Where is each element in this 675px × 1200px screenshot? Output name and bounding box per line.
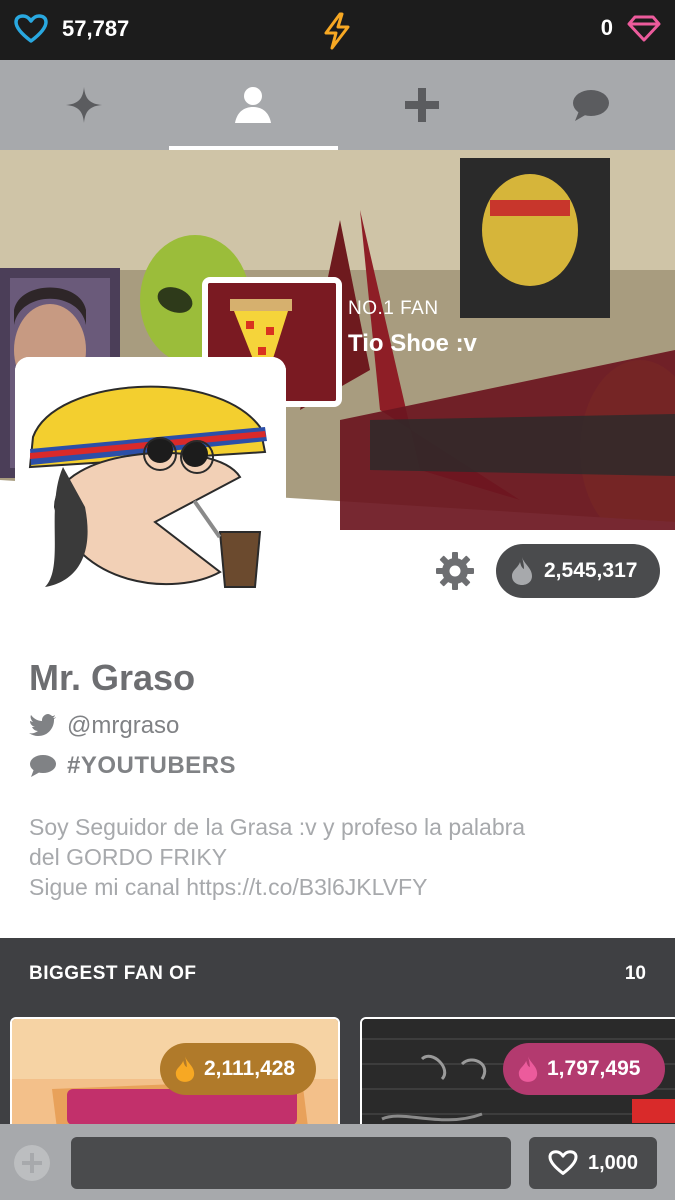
gems-counter[interactable]: 0 [601, 14, 661, 42]
section-title: BIGGEST FAN OF [29, 963, 197, 984]
profile-icon [235, 87, 272, 123]
avatar-image [15, 357, 286, 607]
bottom-bar: 1,000 [0, 1124, 675, 1200]
category-tag: #YOUTUBERS [67, 752, 237, 779]
profile-name: Mr. Graso [29, 657, 196, 698]
bio-line: del GORDO FRIKY [29, 844, 228, 870]
gear-icon [436, 552, 474, 590]
category-row[interactable]: #YOUTUBERS [29, 752, 236, 780]
bolt-icon[interactable] [320, 12, 354, 55]
add-attachment-button[interactable] [14, 1145, 50, 1181]
comment-input[interactable] [71, 1137, 511, 1189]
bio-line[interactable]: Sigue mi canal https://t.co/B3l6JKLVFY [29, 872, 649, 902]
tab-chat[interactable] [506, 60, 675, 150]
like-count: 1,000 [587, 1151, 639, 1174]
profile-bio: Soy Seguidor de la Grasa :v y profeso la… [29, 812, 649, 902]
tab-profile[interactable] [168, 60, 338, 150]
bio-line: Soy Seguidor de la Grasa :v y profeso la… [29, 814, 526, 840]
chat-bubble-icon [30, 755, 56, 777]
card-fire-pill: 2,111,428 [160, 1043, 316, 1095]
gem-icon [627, 15, 661, 42]
twitter-handle-row[interactable]: @mrgraso [29, 712, 179, 740]
settings-button[interactable] [435, 551, 475, 591]
top-fan-name[interactable]: Tio Shoe :v [348, 330, 477, 358]
status-bar: 57,787 0 [0, 0, 675, 60]
profile-avatar[interactable] [15, 357, 286, 607]
sparkle-icon [66, 87, 103, 123]
heart-icon [14, 14, 48, 43]
chat-icon [572, 90, 609, 121]
profile-fire-count[interactable]: 2,545,317 [496, 544, 660, 598]
flame-icon [175, 1056, 195, 1082]
flame-icon [518, 1056, 538, 1082]
section-count[interactable]: 10 [625, 963, 646, 985]
card-fire-pill: 1,797,495 [503, 1043, 665, 1095]
twitter-icon [29, 714, 56, 736]
hearts-counter[interactable]: 57,787 [14, 14, 129, 44]
card-fire-value: 2,111,428 [204, 1057, 296, 1080]
gems-count: 0 [600, 15, 613, 40]
fire-count-value: 2,545,317 [544, 559, 638, 582]
card-fire-value: 1,797,495 [547, 1057, 641, 1080]
tab-create[interactable] [338, 60, 507, 150]
hearts-count: 57,787 [62, 16, 130, 41]
plus-icon [404, 88, 439, 122]
tab-discover[interactable] [0, 60, 169, 150]
twitter-handle: @mrgraso [67, 712, 180, 739]
flame-icon [512, 557, 532, 585]
heart-icon [548, 1150, 578, 1175]
tab-bar [0, 60, 675, 150]
top-fan-label: NO.1 FAN [348, 298, 439, 319]
like-button[interactable]: 1,000 [529, 1137, 657, 1189]
plus-icon [22, 1153, 42, 1173]
